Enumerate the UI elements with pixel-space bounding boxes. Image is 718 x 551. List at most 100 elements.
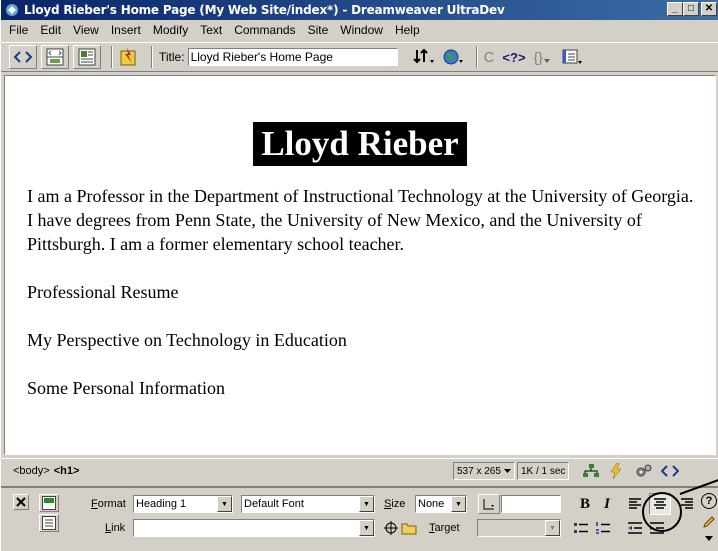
chevron-down-icon: ▼ (545, 520, 560, 536)
gears-icon (636, 464, 652, 477)
menu-modify[interactable]: Modify (147, 23, 194, 37)
menu-edit[interactable]: Edit (34, 23, 67, 37)
html-properties-icon (42, 516, 56, 530)
maximize-button[interactable]: □ (683, 2, 699, 16)
size-value: None (418, 498, 445, 510)
link-professional-resume[interactable]: Professional Resume (27, 280, 701, 304)
chevron-down-icon: ▼ (451, 496, 466, 512)
help-icon: ? (705, 495, 713, 507)
live-data-icon (120, 48, 136, 66)
menu-site[interactable]: Site (302, 23, 335, 37)
menu-text[interactable]: Text (194, 23, 228, 37)
text-properties-button[interactable] (39, 494, 59, 512)
close-button[interactable]: ✕ (701, 2, 717, 16)
text-color-input[interactable] (501, 495, 561, 513)
title-bar[interactable]: Lloyd Rieber's Home Page (My Web Site/in… (1, 0, 718, 20)
font-value: Default Font (244, 498, 304, 510)
globe-icon (443, 49, 463, 65)
window-size-menu[interactable]: 537 x 265 (453, 462, 515, 480)
behaviors-button[interactable] (609, 463, 625, 479)
view-options-button[interactable] (560, 45, 584, 69)
page-title-input[interactable]: Lloyd Rieber's Home Page (187, 48, 398, 66)
text-properties-icon (42, 496, 56, 510)
edit-tag-button[interactable] (701, 514, 717, 530)
split-view-button[interactable] (41, 45, 69, 69)
tag-selector-body[interactable]: <body> (13, 465, 50, 477)
menu-help[interactable]: Help (389, 23, 426, 37)
file-management-button[interactable] (412, 45, 438, 69)
size-label: Size (384, 498, 406, 510)
link-technology-perspective[interactable]: My Perspective on Technology in Educatio… (27, 328, 701, 352)
bulleted-list-icon (574, 523, 588, 533)
reference-button[interactable]: <?> (502, 45, 525, 69)
live-data-button[interactable] (119, 45, 141, 69)
help-button[interactable]: ? (701, 493, 717, 509)
page-heading[interactable]: Lloyd Rieber (253, 122, 467, 166)
minimize-icon: _ (672, 3, 678, 14)
pencil-icon (703, 516, 715, 528)
design-view-icon (78, 48, 96, 66)
menu-file[interactable]: File (3, 23, 34, 37)
size-select[interactable]: None ▼ (415, 495, 467, 513)
braces-icon: {} (533, 49, 543, 65)
html-properties-button[interactable] (39, 514, 59, 532)
chevron-down-icon (705, 536, 713, 541)
align-left-icon (629, 498, 641, 509)
chevron-down-icon (543, 59, 550, 63)
server-behaviors-button[interactable] (635, 463, 653, 479)
view-options-icon (562, 49, 582, 64)
menu-window[interactable]: Window (334, 23, 389, 37)
maximize-icon: □ (687, 3, 695, 14)
italic-button[interactable]: I (597, 494, 617, 514)
window-title: Lloyd Rieber's Home Page (My Web Site/in… (24, 3, 505, 17)
code-navigation-button[interactable]: {} (534, 45, 550, 69)
bold-button[interactable]: B (575, 494, 595, 514)
font-select[interactable]: Default Font ▼ (241, 495, 375, 513)
preview-browser-button[interactable] (442, 45, 466, 69)
menu-insert[interactable]: Insert (105, 23, 147, 37)
design-view-button[interactable] (73, 45, 101, 69)
outdent-icon (628, 522, 642, 534)
window-size-value: 537 x 265 (457, 465, 501, 477)
minimize-button[interactable]: _ (667, 2, 683, 16)
highlight-circle (642, 492, 682, 532)
property-inspector: Format Heading 1 ▼ Default Font ▼ Size N… (1, 486, 718, 551)
code-view-button[interactable] (9, 45, 37, 69)
status-bar: <body> <h1> 537 x 265 1K / 1 sec (1, 458, 718, 482)
chevron-down-icon: ▼ (359, 520, 374, 536)
point-to-file-button[interactable] (381, 518, 401, 538)
color-swatch-icon (483, 499, 494, 510)
download-time-value: 1K / 1 sec (520, 465, 566, 477)
link-input[interactable]: ▼ (133, 519, 375, 537)
folder-icon (401, 523, 417, 535)
text-color-button[interactable] (478, 494, 500, 514)
browse-folder-button[interactable] (399, 518, 419, 538)
code-inspector-button[interactable] (661, 463, 680, 479)
link-personal-information[interactable]: Some Personal Information (27, 376, 701, 400)
dreamweaver-window: Lloyd Rieber's Home Page (My Web Site/in… (0, 0, 718, 551)
expand-inspector-button[interactable] (701, 532, 717, 546)
document-design-view[interactable]: Lloyd Rieber I am a Professor in the Dep… (4, 75, 716, 455)
dreamweaver-logo-icon (4, 2, 20, 18)
ordered-list-button[interactable] (593, 518, 613, 538)
target-select[interactable]: ▼ (477, 519, 561, 537)
numbered-list-icon (596, 522, 610, 534)
format-value: Heading 1 (136, 498, 187, 510)
refresh-icon: C (483, 48, 495, 66)
menu-view[interactable]: View (67, 23, 105, 37)
menu-commands[interactable]: Commands (228, 23, 301, 37)
chevron-down-icon: ▼ (217, 496, 232, 512)
close-icon: ✕ (704, 3, 714, 14)
intro-paragraph[interactable]: I am a Professor in the Department of In… (27, 184, 701, 256)
toolbar-separator (475, 46, 478, 68)
format-select[interactable]: Heading 1 ▼ (133, 495, 233, 513)
site-map-icon (583, 464, 600, 477)
outdent-button[interactable] (625, 518, 645, 538)
close-inspector-button[interactable] (13, 494, 29, 510)
site-map-button[interactable] (583, 463, 600, 479)
tag-selector-h1[interactable]: <h1> (54, 465, 80, 477)
refresh-button[interactable]: C (484, 45, 495, 69)
lightning-icon (610, 463, 622, 479)
unordered-list-button[interactable] (571, 518, 591, 538)
file-transfer-icon (412, 48, 434, 64)
